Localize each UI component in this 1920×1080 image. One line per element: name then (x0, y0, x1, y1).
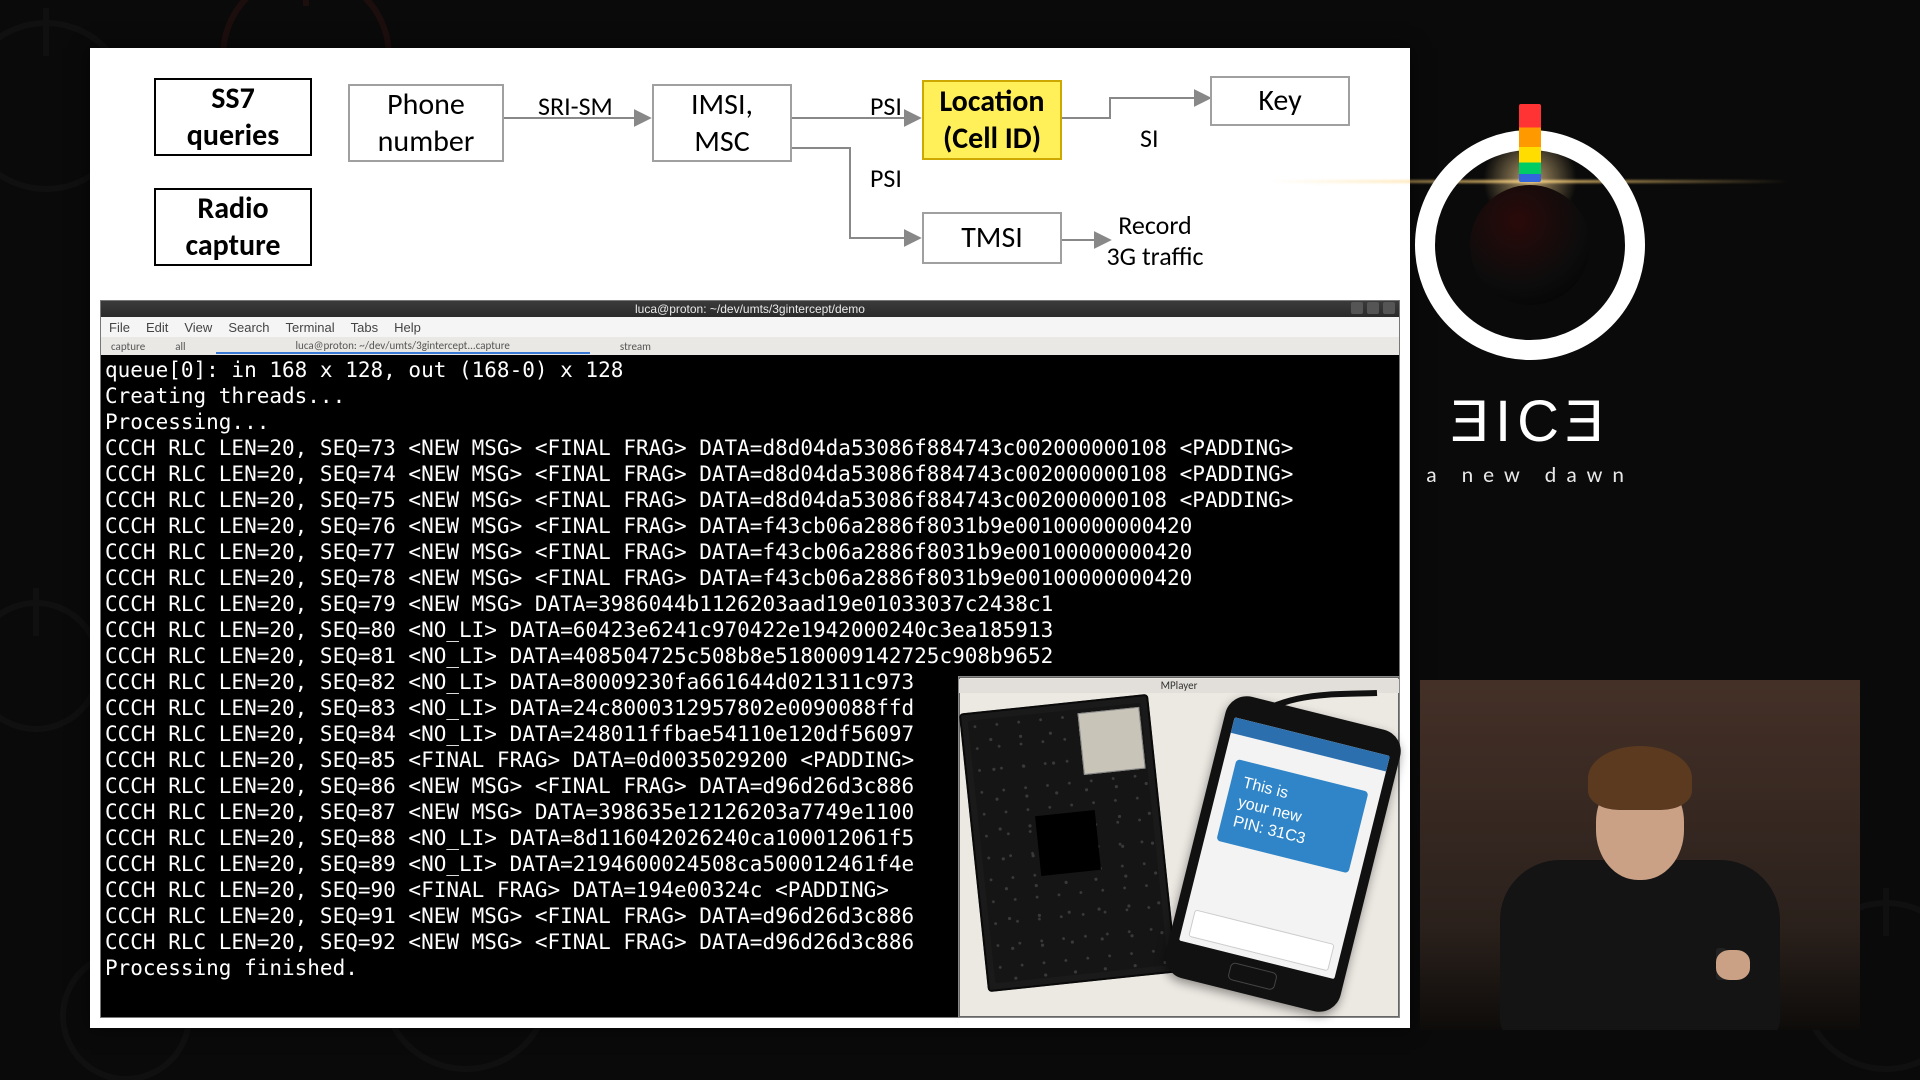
flow-label-psi-lower: PSI (870, 162, 902, 194)
menu-terminal[interactable]: Terminal (286, 320, 335, 335)
chip-icon (1035, 810, 1101, 876)
speaker-camera (1420, 680, 1860, 1030)
terminal-tab[interactable]: stream (620, 340, 651, 353)
maximize-icon[interactable] (1367, 302, 1379, 314)
terminal-tab[interactable]: capture (111, 340, 145, 353)
flow-box-key: Key (1210, 76, 1350, 126)
speaker-figure (1490, 760, 1790, 1030)
phone-text-input (1188, 909, 1334, 971)
menu-edit[interactable]: Edit (146, 320, 168, 335)
terminal-titlebar: luca@proton: ~/dev/umts/3gintercept/demo (101, 301, 1399, 317)
flow-box-phone: Phone number (348, 84, 504, 162)
sdr-board (959, 694, 1177, 992)
smartphone: This is your new PIN: 31C3 (1161, 692, 1406, 1017)
flow-box-ss7: SS7 queries (154, 78, 312, 156)
menu-tabs[interactable]: Tabs (351, 320, 378, 335)
flow-box-tmsi: TMSI (922, 212, 1062, 264)
terminal-menubar[interactable]: File Edit View Search Terminal Tabs Help (101, 317, 1399, 337)
flow-box-imsi: IMSI, MSC (652, 84, 792, 162)
flow-label-sri-sm: SRI-SM (538, 90, 613, 122)
terminal-tabbar[interactable]: capture all luca@proton: ~/dev/umts/3gin… (101, 337, 1399, 355)
flow-label-si: SI (1140, 122, 1159, 154)
ss7-flow-diagram: SS7 queries Radio capture Phone number I… (90, 48, 1410, 298)
menu-help[interactable]: Help (394, 320, 421, 335)
phone-screen: This is your new PIN: 31C3 (1179, 717, 1390, 979)
rf-shield-icon (1077, 707, 1145, 775)
terminal-tab[interactable]: all (175, 340, 185, 353)
sms-bubble: This is your new PIN: 31C3 (1216, 759, 1368, 873)
terminal-tab-active[interactable]: luca@proton: ~/dev/umts/3gintercept...ca… (216, 339, 590, 354)
power-logo-icon (1415, 130, 1645, 360)
hardware-photo-overlay: MPlayer This is your new PIN: 31C3 (958, 676, 1400, 1018)
flow-label-record: Record 3G traffic (1090, 210, 1220, 272)
close-icon[interactable] (1383, 302, 1395, 314)
terminal-title: luca@proton: ~/dev/umts/3gintercept/demo (635, 302, 865, 316)
presentation-slide: SS7 queries Radio capture Phone number I… (90, 48, 1410, 1028)
menu-search[interactable]: Search (228, 320, 269, 335)
menu-view[interactable]: View (184, 320, 212, 335)
menu-file[interactable]: File (109, 320, 130, 335)
flow-box-location: Location (Cell ID) (922, 80, 1062, 160)
window-controls[interactable] (1351, 302, 1395, 314)
flow-label-psi-upper: PSI (870, 90, 902, 122)
minimize-icon[interactable] (1351, 302, 1363, 314)
flow-box-radio: Radio capture (154, 188, 312, 266)
